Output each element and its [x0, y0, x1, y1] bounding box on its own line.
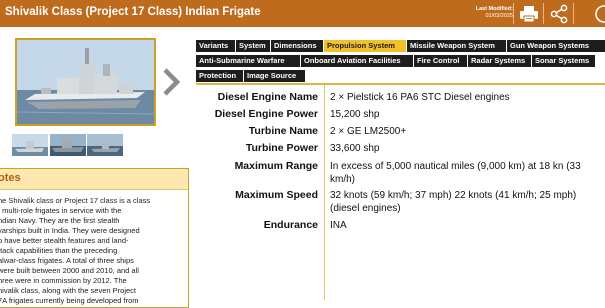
last-modified-label: Last Modified: [475, 6, 513, 12]
thumbnail-2[interactable] [50, 134, 86, 156]
notes-line: hivalik class, along with the seven Proj… [0, 286, 136, 295]
notes-line: o have better stealth features and land- [0, 236, 129, 245]
tab-underline [196, 83, 605, 85]
spec-column-divider [324, 85, 325, 300]
notes-header: otes [0, 169, 188, 190]
chevron-right-icon[interactable] [161, 67, 181, 97]
tab-anti-submarine-warfare[interactable]: Anti-Submarine Warfare [196, 55, 300, 67]
spec-value-diesel-engine-power: 15,200 shp [330, 109, 380, 120]
tab-gun-weapon-systems[interactable]: Gun Weapon Systems [507, 40, 605, 52]
spec-value-endurance: INA [330, 220, 347, 231]
notes-line: 7A frigates currently being developed fr… [0, 296, 139, 305]
tab-protection[interactable]: Protection [196, 70, 243, 82]
tab-radar-systems[interactable]: Radar Systems [468, 55, 531, 67]
tab-onboard-aviation-facilities[interactable]: Onboard Aviation Facilities [301, 55, 413, 67]
page-title: Shivalik Class (Project 17 Class) Indian… [5, 6, 261, 18]
spec-value-diesel-engine-name: 2 × Pielstick 16 PA6 STC Diesel engines [330, 92, 510, 103]
thumbnail-1[interactable] [12, 134, 48, 156]
frigate-photo[interactable] [15, 38, 156, 126]
tab-variants[interactable]: Variants [196, 40, 235, 52]
tab-sonar-systems[interactable]: Sonar Systems [532, 55, 595, 67]
spec-value-turbine-name: 2 × GE LM2500+ [330, 126, 407, 137]
share-icon [550, 4, 567, 23]
last-modified: Last Modified: 01/03/2025 [463, 6, 513, 20]
warship-image [17, 40, 154, 124]
notes-line: ndian Navy. They are the first stealth [0, 216, 120, 225]
spec-label-diesel-engine-name: Diesel Engine Name [217, 91, 318, 103]
warship-thumbnail [12, 134, 48, 156]
notes-line: varships built in India. They were desig… [0, 226, 140, 235]
header-divider [573, 3, 574, 24]
spec-label-endurance: Endurance [263, 219, 318, 231]
notes-line: alwar-class frigates. A total of three s… [0, 256, 134, 265]
tab-system[interactable]: System [236, 40, 270, 52]
notes-title: otes [0, 172, 21, 184]
notes-line: ttack capabilities than the preceding [0, 246, 118, 255]
printer-icon [519, 5, 538, 22]
spec-label-maximum-range: Maximum Range [234, 160, 318, 172]
spec-value-maximum-speed: 32 knots (59 km/h; 37 mph) 22 knots (41 … [330, 190, 577, 214]
more-button[interactable] [590, 0, 605, 27]
tab-missile-weapon-system[interactable]: Missile Weapon System [407, 40, 506, 52]
spec-label-diesel-engine-power: Diesel Engine Power [214, 108, 318, 120]
notes-line: he Shivalik class or Project 17 class is… [0, 196, 151, 205]
spec-label-turbine-power: Turbine Power [245, 142, 318, 154]
print-button[interactable] [514, 0, 543, 27]
share-button[interactable] [544, 0, 573, 27]
warship-thumbnail [87, 134, 123, 156]
notes-panel: otes he Shivalik class or Project 17 cla… [0, 168, 189, 308]
tab-propulsion-system[interactable]: Propulsion System [324, 40, 406, 52]
last-modified-date: 01/03/2025 [485, 13, 513, 19]
spec-value-maximum-range: In excess of 5,000 nautical miles (9,000… [330, 161, 581, 185]
tab-fire-control[interactable]: Fire Control [414, 55, 467, 67]
spec-value-turbine-power: 33,600 shp [330, 143, 380, 154]
circle-icon [595, 4, 605, 23]
header-bar: Shivalik Class (Project 17 Class) Indian… [0, 0, 605, 27]
thumbnail-3[interactable] [87, 134, 123, 156]
notes-line: f multi-role frigates in service with th… [0, 206, 122, 215]
spec-label-turbine-name: Turbine Name [248, 125, 318, 137]
spec-label-maximum-speed: Maximum Speed [235, 189, 318, 201]
notes-text: he Shivalik class or Project 17 class is… [0, 196, 168, 306]
notes-line: were built between 2000 and 2010, and al… [0, 266, 139, 275]
tab-image-source[interactable]: Image Source [244, 70, 305, 82]
warship-thumbnail [50, 134, 86, 156]
notes-line: hree were in commission by 2012. The [0, 276, 127, 285]
tab-dimensions[interactable]: Dimensions [271, 40, 323, 52]
